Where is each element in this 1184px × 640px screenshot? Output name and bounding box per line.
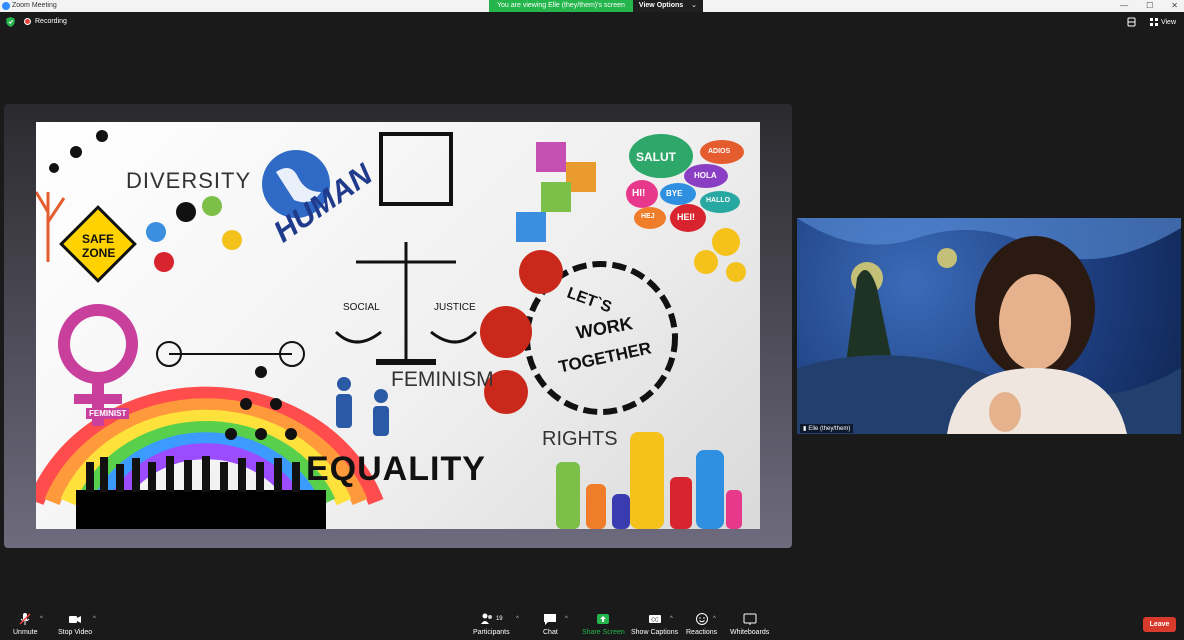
participants-label: Participants bbox=[473, 629, 510, 636]
chat-chevron-icon[interactable]: ^ bbox=[565, 616, 568, 622]
justice-label: JUSTICE bbox=[434, 302, 476, 313]
unmute-button[interactable]: Unmute bbox=[13, 612, 38, 636]
signal-icon: ▮ bbox=[803, 426, 807, 432]
viewing-message: You are viewing Elle (they/them)'s scree… bbox=[489, 0, 633, 12]
participant-name: Elle (they/them) bbox=[808, 425, 851, 432]
audio-options-chevron-icon[interactable]: ^ bbox=[40, 616, 43, 622]
chat-label: Chat bbox=[543, 629, 558, 636]
family-graphic bbox=[336, 377, 389, 436]
feminist-label: FEMINIST bbox=[86, 408, 130, 419]
whiteboards-label: Whiteboards bbox=[730, 629, 770, 636]
recording-indicator[interactable]: Recording bbox=[24, 18, 67, 25]
participant-video-tile[interactable] bbox=[797, 218, 1181, 434]
hola-label: HOLA bbox=[694, 171, 717, 180]
participants-chevron-icon[interactable]: ^ bbox=[516, 616, 519, 622]
chat-bubble-icon bbox=[544, 614, 557, 625]
leave-button[interactable]: Leave bbox=[1143, 617, 1176, 632]
feminist-symbol bbox=[58, 304, 138, 384]
share-screen-label: Share Screen bbox=[582, 629, 625, 636]
hi-label: HI! bbox=[632, 188, 646, 199]
whiteboards-button[interactable]: Whiteboards bbox=[730, 612, 769, 636]
stop-video-label: Stop Video bbox=[58, 629, 93, 636]
window-title: Zoom Meeting bbox=[12, 2, 57, 9]
smiley-icon bbox=[695, 613, 708, 625]
feminism-label: FEMINISM bbox=[391, 368, 494, 391]
shield-icon[interactable] bbox=[6, 17, 15, 27]
svg-text:CC: CC bbox=[651, 618, 659, 624]
meeting-topbar: Recording View bbox=[0, 12, 1184, 32]
reactions-label: Reactions bbox=[686, 629, 718, 636]
hallo-label: HALLO bbox=[706, 197, 731, 204]
unmute-label: Unmute bbox=[13, 629, 38, 636]
recording-dot-icon bbox=[24, 18, 31, 25]
view-button[interactable]: View bbox=[1149, 18, 1176, 26]
video-camera-icon bbox=[69, 616, 82, 623]
social-label: SOCIAL bbox=[343, 302, 380, 313]
topbar-right: View bbox=[1127, 17, 1176, 27]
puzzle-graphic bbox=[516, 142, 596, 242]
window-controls: — ☐ ✕ bbox=[1120, 0, 1178, 12]
running-family-graphic bbox=[49, 130, 108, 173]
participants-icon bbox=[480, 613, 492, 624]
shared-slide: DIVERSITY HUMAN SAFE ZONE SOCIAL JUSTICE… bbox=[36, 122, 760, 529]
diversity-label: DIVERSITY bbox=[126, 168, 252, 193]
tree-of-hands-graphic bbox=[36, 191, 66, 262]
book-graphic bbox=[379, 132, 453, 206]
participants-count: 19 bbox=[495, 616, 503, 622]
video-options-chevron-icon[interactable]: ^ bbox=[93, 616, 96, 622]
whiteboard-icon bbox=[743, 613, 757, 625]
recording-label: Recording bbox=[35, 18, 67, 25]
close-button[interactable]: ✕ bbox=[1171, 0, 1178, 12]
adios-label: ADIOS bbox=[708, 148, 731, 155]
bye-label: BYE bbox=[666, 189, 683, 198]
salut-label: SALUT bbox=[636, 150, 676, 164]
chevron-down-icon: ⌄ bbox=[691, 2, 698, 9]
reactions-chevron-icon[interactable]: ^ bbox=[713, 616, 716, 622]
captions-cc-icon: CC bbox=[648, 615, 661, 624]
participant-video-feed bbox=[797, 218, 1181, 434]
safe-zone-label-2: ZONE bbox=[82, 246, 116, 260]
participant-name-tag: ▮ Elle (they/them) bbox=[800, 424, 854, 433]
safe-zone-label-1: SAFE bbox=[82, 232, 115, 246]
minimize-button[interactable]: — bbox=[1120, 0, 1128, 12]
view-options-label: View Options bbox=[638, 2, 684, 9]
show-captions-label: Show Captions bbox=[631, 629, 679, 636]
microphone-muted-icon bbox=[19, 613, 31, 625]
viewing-banner: You are viewing Elle (they/them)'s scree… bbox=[489, 0, 704, 12]
view-label: View bbox=[1160, 18, 1176, 26]
stop-video-button[interactable]: Stop Video bbox=[58, 612, 92, 636]
chat-button[interactable]: Chat bbox=[543, 612, 558, 636]
sunflowers-graphic bbox=[694, 228, 746, 282]
maximize-button[interactable]: ☐ bbox=[1146, 0, 1153, 12]
participants-button[interactable]: 19 Participants bbox=[473, 612, 510, 636]
meeting-toolbar: Unmute ^ Stop Video ^ 19 Participants ^ … bbox=[0, 608, 1184, 640]
zoom-logo-icon bbox=[2, 2, 10, 10]
share-screen-button[interactable]: Share Screen bbox=[582, 612, 625, 636]
silhouette-ground bbox=[76, 490, 326, 529]
hej-label: HEJ bbox=[641, 213, 655, 220]
view-options-button[interactable]: View Options ⌄ bbox=[632, 0, 704, 12]
unity-people-graphic bbox=[146, 196, 242, 272]
captions-chevron-icon[interactable]: ^ bbox=[670, 616, 673, 622]
immersive-view-icon[interactable] bbox=[1127, 17, 1136, 27]
equality-label: EQUALITY bbox=[306, 450, 486, 488]
tandem-bike-graphic bbox=[156, 341, 305, 367]
hei-label: HEI! bbox=[677, 212, 695, 222]
share-screen-icon bbox=[597, 614, 610, 624]
rights-label: RIGHTS bbox=[542, 428, 618, 450]
grid-icon bbox=[1149, 18, 1158, 26]
